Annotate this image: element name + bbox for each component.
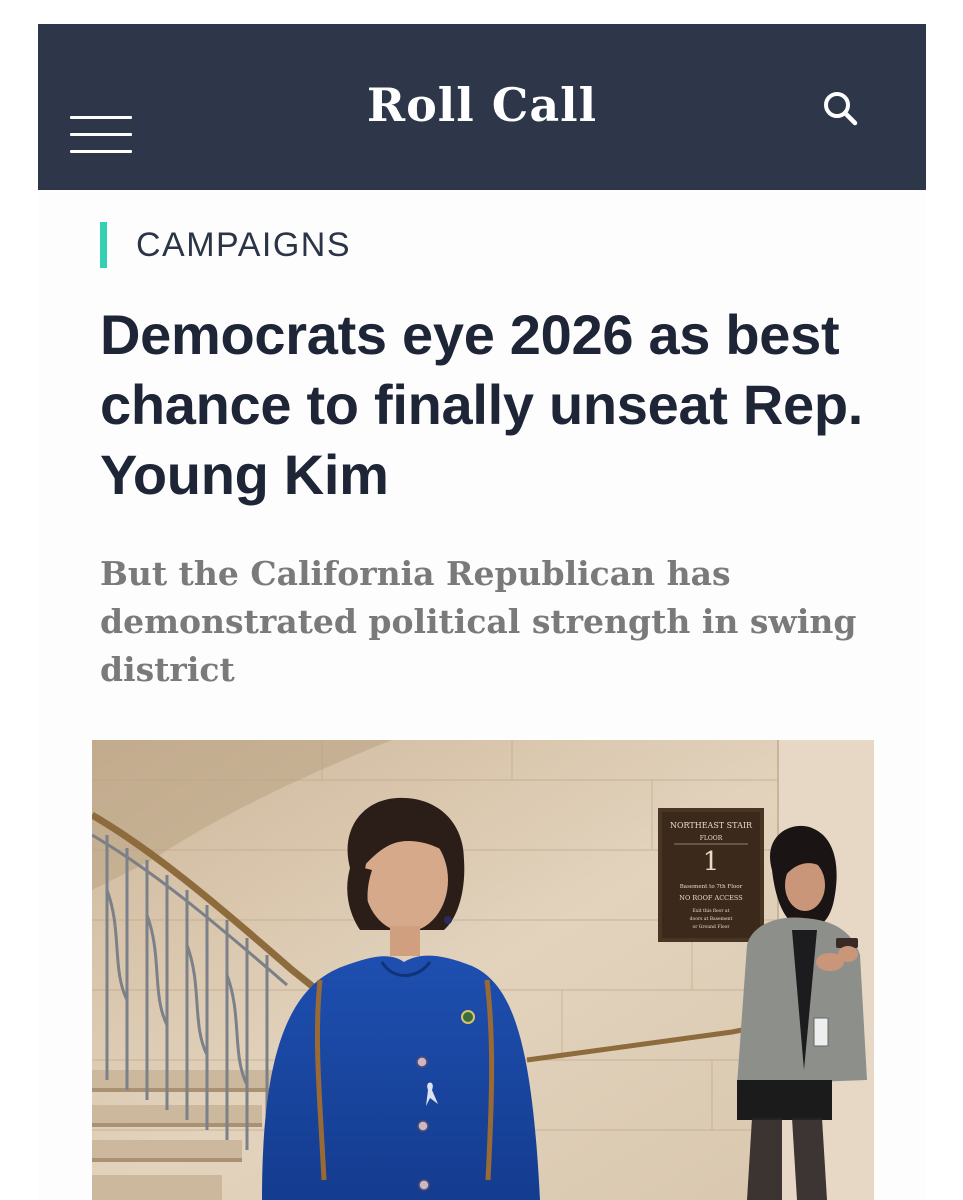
- sign-line1: NORTHEAST STAIR: [670, 821, 753, 830]
- hero-photo-illustration: NORTHEAST STAIR FLOOR 1 Basement to 7th …: [92, 740, 874, 1200]
- sign-floor-number: 1: [703, 847, 720, 877]
- logo-container: Roll Call: [38, 0, 926, 190]
- search-icon: [824, 92, 858, 126]
- search-button[interactable]: [820, 88, 860, 128]
- section-label[interactable]: CAMPAIGNS: [136, 226, 351, 265]
- site-logo[interactable]: Roll Call: [38, 78, 926, 132]
- sign-line4: NO ROOF ACCESS: [679, 894, 742, 902]
- article-headline: Democrats eye 2026 as best chance to fin…: [100, 303, 864, 506]
- stair-sign: NORTHEAST STAIR FLOOR 1 Basement to 7th …: [658, 808, 764, 942]
- sign-line3: Basement to 7th Floor: [680, 884, 743, 890]
- article-subheadline: But the California Republican has demons…: [100, 554, 857, 689]
- sign-line6: doors at Basement: [690, 916, 733, 922]
- sign-line7: or Ground Floor: [693, 924, 731, 930]
- sign-line5: Exit this floor at: [693, 908, 730, 914]
- sign-line2: FLOOR: [700, 835, 723, 842]
- article-hero-image[interactable]: NORTHEAST STAIR FLOOR 1 Basement to 7th …: [92, 740, 874, 1200]
- section-accent-bar: [100, 222, 107, 268]
